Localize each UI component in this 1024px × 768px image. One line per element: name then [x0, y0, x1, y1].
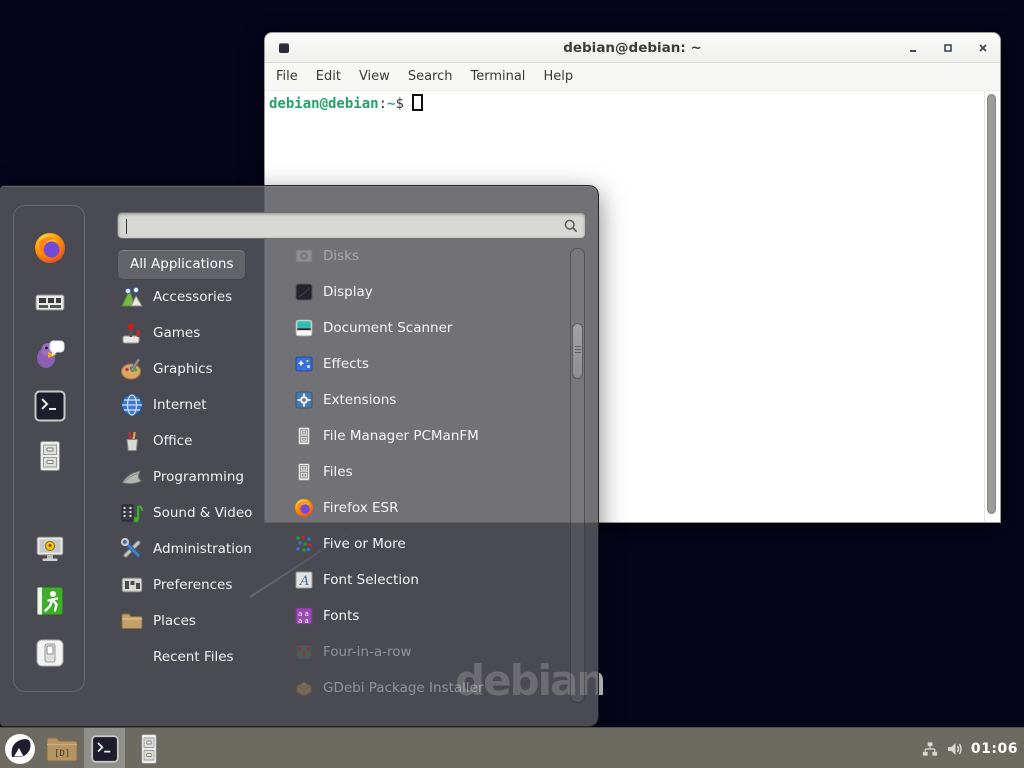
search-caret [126, 219, 127, 234]
favorites-column [13, 205, 85, 692]
file-manager-icon [294, 426, 314, 446]
taskbar-clock[interactable]: 01:06 [971, 741, 1018, 757]
terminal-menubar: File Edit View Search Terminal Help [265, 63, 1000, 91]
prompt-user-host: debian@debian [269, 96, 379, 112]
terminal-prompt: debian@debian:~$ [265, 91, 1000, 112]
category-places[interactable]: Places [117, 603, 267, 639]
fonts-icon: a a a a [294, 606, 314, 626]
terminal-launcher[interactable] [84, 728, 125, 768]
menu-edit[interactable]: Edit [307, 63, 350, 91]
places-icon [120, 609, 144, 633]
font-selection-icon: A [294, 570, 314, 590]
menu-file[interactable]: File [267, 63, 307, 91]
app-five-or-more[interactable]: Five or More [266, 526, 566, 562]
category-all-applications[interactable]: All Applications [117, 249, 246, 280]
menu-scrollbar[interactable] [570, 248, 585, 703]
favorite-keyboard-preferences-icon[interactable] [28, 280, 72, 324]
display-icon [294, 282, 314, 302]
menu-scrollbar-thumb[interactable] [572, 323, 583, 379]
five-or-more-icon [294, 534, 314, 554]
four-in-a-row-icon [294, 642, 314, 662]
favorite-lock-screen-icon[interactable] [28, 527, 72, 571]
category-recent-files[interactable]: Recent Files [117, 639, 267, 675]
category-games[interactable]: Games [117, 315, 267, 351]
files-launcher[interactable] [133, 731, 165, 767]
sound-video-icon [120, 501, 144, 525]
preferences-icon [120, 573, 144, 597]
files-icon [294, 462, 314, 482]
firefox-icon [294, 498, 314, 518]
terminal-title: debian@debian: ~ [265, 33, 1000, 63]
minimize-button[interactable] [906, 41, 920, 55]
svg-text:A: A [299, 574, 309, 589]
menu-help[interactable]: Help [534, 63, 582, 91]
file-manager-launcher[interactable]: [D] [44, 735, 80, 763]
app-four-in-a-row[interactable]: Four-in-a-row [266, 634, 566, 670]
favorite-terminal-icon[interactable] [28, 384, 72, 428]
document-scanner-icon [294, 318, 314, 338]
favorite-logout-icon[interactable] [28, 579, 72, 623]
menu-view[interactable]: View [350, 63, 399, 91]
gdebi-icon [294, 678, 314, 698]
office-icon [120, 429, 144, 453]
taskbar: [D] [0, 727, 1024, 768]
categories-column: Accessories Games [117, 279, 267, 675]
disks-icon [294, 248, 314, 266]
applications-list: Disks Display [266, 248, 566, 704]
category-preferences[interactable]: Preferences [117, 567, 267, 603]
app-disks[interactable]: Disks [266, 248, 566, 274]
application-menu: All Applications Accessories [0, 185, 599, 727]
maximize-button[interactable] [941, 41, 955, 55]
app-file-manager-pcmanfm[interactable]: File Manager PCManFM [266, 418, 566, 454]
app-gdebi-package-installer[interactable]: GDebi Package Installer [266, 670, 566, 704]
app-fonts[interactable]: a a a a Fonts [266, 598, 566, 634]
internet-icon [120, 393, 144, 417]
category-accessories[interactable]: Accessories [117, 279, 267, 315]
menu-button[interactable] [3, 732, 37, 766]
favorite-pidgin-icon[interactable] [28, 332, 72, 376]
app-firefox-esr[interactable]: Firefox ESR [266, 490, 566, 526]
category-administration[interactable]: Administration [117, 531, 267, 567]
system-tray: 01:06 [921, 728, 1018, 768]
terminal-scrollbar[interactable] [986, 94, 998, 514]
search-input[interactable] [117, 212, 586, 239]
category-internet[interactable]: Internet [117, 387, 267, 423]
terminal-cursor [412, 94, 423, 111]
accessories-icon [120, 285, 144, 309]
app-display[interactable]: Display [266, 274, 566, 310]
favorite-shutdown-icon[interactable] [28, 631, 72, 675]
app-effects[interactable]: Effects [266, 346, 566, 382]
category-programming[interactable]: Programming [117, 459, 267, 495]
favorite-file-manager-icon[interactable] [28, 434, 72, 478]
desktop: debian debian@debian: ~ File Edit View [0, 0, 1024, 768]
category-office[interactable]: Office [117, 423, 267, 459]
svg-text:[D]: [D] [54, 749, 70, 759]
category-sound-video[interactable]: Sound & Video [117, 495, 267, 531]
menu-search[interactable]: Search [399, 63, 462, 91]
extensions-icon [294, 390, 314, 410]
app-font-selection[interactable]: A Font Selection [266, 562, 566, 598]
terminal-scrollbar-separator [984, 91, 985, 522]
close-button[interactable] [976, 41, 990, 55]
category-graphics[interactable]: Graphics [117, 351, 267, 387]
search-icon [564, 219, 578, 233]
effects-icon [294, 354, 314, 374]
network-icon[interactable] [921, 740, 939, 758]
menu-terminal[interactable]: Terminal [461, 63, 534, 91]
games-icon [120, 321, 144, 345]
administration-icon [120, 537, 144, 561]
app-document-scanner[interactable]: Document Scanner [266, 310, 566, 346]
app-files[interactable]: Files [266, 454, 566, 490]
terminal-scrollbar-thumb[interactable] [987, 94, 996, 514]
favorite-firefox-icon[interactable] [28, 226, 72, 270]
app-extensions[interactable]: Extensions [266, 382, 566, 418]
svg-text:a a: a a [298, 617, 309, 625]
terminal-titlebar[interactable]: debian@debian: ~ [265, 33, 1000, 63]
volume-icon[interactable] [946, 740, 964, 758]
graphics-icon [120, 357, 144, 381]
programming-icon [120, 465, 144, 489]
